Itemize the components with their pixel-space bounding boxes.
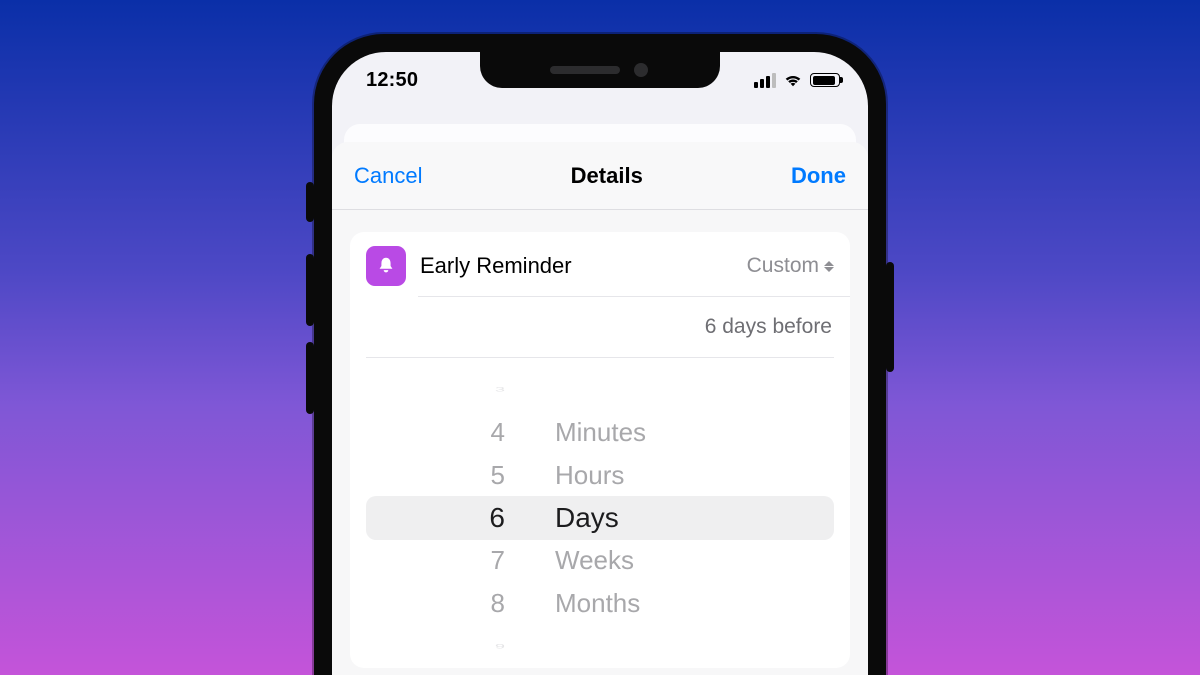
- picker-unit-option[interactable]: Hours: [555, 454, 624, 497]
- picker-unit-option: [555, 382, 560, 397]
- picker-number-selected[interactable]: 6: [489, 497, 505, 540]
- phone-frame: 12:50 Cancel Details Done: [314, 34, 886, 675]
- picker-unit-option[interactable]: Months: [555, 582, 640, 625]
- picker-unit-option[interactable]: Minutes: [555, 411, 646, 454]
- reminder-summary-text: 6 days before: [705, 315, 832, 339]
- status-indicators: [754, 73, 840, 88]
- early-reminder-value-text: Custom: [747, 254, 819, 278]
- early-reminder-row[interactable]: Early Reminder Custom: [350, 232, 850, 296]
- phone-screen: 12:50 Cancel Details Done: [332, 52, 868, 675]
- bell-icon: [366, 246, 406, 286]
- picker-number-column[interactable]: 3 4 5 6 7 8 9: [390, 368, 530, 668]
- up-down-chevron-icon: [824, 261, 834, 272]
- picker-unit-column[interactable]: Minutes Hours Days Weeks Months: [530, 368, 810, 668]
- wifi-icon: [783, 73, 803, 87]
- details-sheet: Cancel Details Done Early Reminder: [332, 142, 868, 675]
- side-button-volume-down: [306, 342, 314, 414]
- picker-number-option[interactable]: 9: [495, 639, 505, 654]
- divider: [366, 357, 834, 358]
- picker-unit-selected[interactable]: Days: [555, 497, 619, 540]
- nav-bar: Cancel Details Done: [332, 142, 868, 210]
- reminder-summary-row: 6 days before: [350, 297, 850, 357]
- done-button[interactable]: Done: [791, 163, 846, 189]
- picker-number-option[interactable]: 8: [491, 582, 505, 625]
- notch: [480, 52, 720, 88]
- early-reminder-label: Early Reminder: [420, 253, 733, 279]
- picker-number-option[interactable]: 5: [491, 454, 505, 497]
- cellular-signal-icon: [754, 73, 776, 88]
- status-time: 12:50: [366, 69, 418, 92]
- side-button-volume-up: [306, 254, 314, 326]
- picker-number-option[interactable]: 3: [495, 382, 505, 397]
- picker-number-option[interactable]: 7: [491, 539, 505, 582]
- picker-unit-option: [555, 639, 560, 654]
- battery-icon: [810, 73, 840, 87]
- time-picker[interactable]: 3 4 5 6 7 8 9 Minutes Ho: [350, 368, 850, 668]
- side-button-silent: [306, 182, 314, 222]
- cancel-button[interactable]: Cancel: [354, 163, 422, 189]
- early-reminder-card: Early Reminder Custom 6 days before: [350, 232, 850, 668]
- side-button-power: [886, 262, 894, 372]
- picker-unit-option[interactable]: Weeks: [555, 539, 634, 582]
- early-reminder-value[interactable]: Custom: [747, 254, 834, 278]
- picker-number-option[interactable]: 4: [491, 411, 505, 454]
- nav-title: Details: [571, 163, 643, 189]
- sheet-content: Early Reminder Custom 6 days before: [332, 210, 868, 675]
